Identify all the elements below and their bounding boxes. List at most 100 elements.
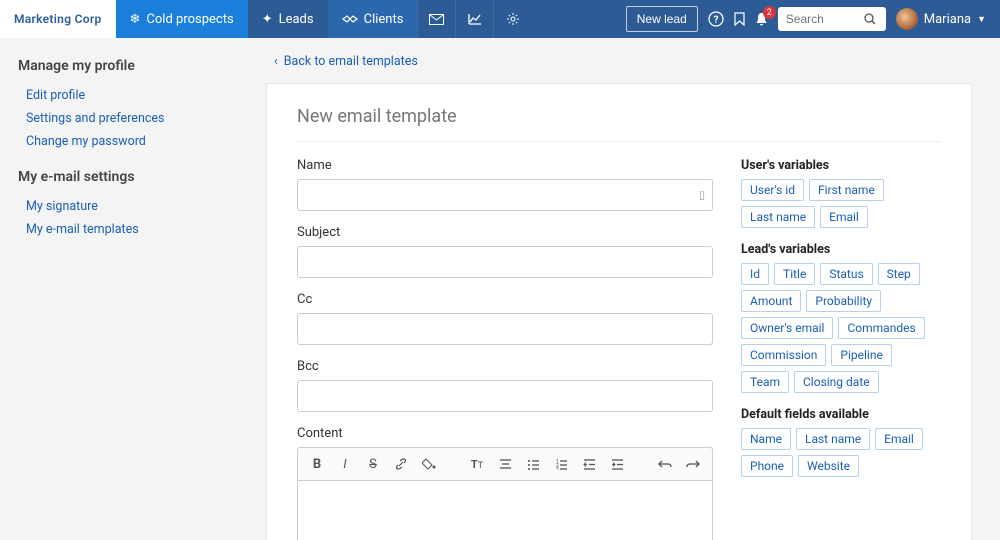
lead-var-chip[interactable]: Amount [741, 290, 801, 312]
user-var-chip[interactable]: First name [809, 179, 884, 201]
topbar-right: New lead ? 2 Mariana ▼ [626, 0, 1000, 38]
lead-var-chip[interactable]: Closing date [794, 371, 879, 393]
content-editor[interactable] [297, 481, 713, 540]
nav-mail[interactable] [417, 0, 455, 38]
chevron-left-icon: ‹ [274, 54, 278, 69]
lead-var-chip[interactable]: Id [741, 263, 769, 285]
cc-input[interactable] [297, 313, 713, 345]
notifications-button[interactable]: 2 [755, 12, 768, 26]
vars-default-title: Default fields available [741, 407, 941, 422]
user-var-chip[interactable]: Last name [741, 206, 815, 228]
fill-button[interactable] [416, 452, 442, 476]
default-var-chip[interactable]: Name [741, 428, 791, 450]
label-content: Content [297, 426, 713, 441]
sidebar-settings-prefs[interactable]: Settings and preferences [18, 107, 240, 130]
textsize-icon: TT [471, 458, 483, 471]
user-menu[interactable]: Mariana ▼ [896, 8, 986, 30]
lead-var-chip[interactable]: Step [878, 263, 920, 285]
label-name: Name [297, 158, 713, 173]
italic-button[interactable]: I [332, 452, 358, 476]
indent-button[interactable] [604, 452, 630, 476]
default-var-chip[interactable]: Phone [741, 455, 793, 477]
brand-logo[interactable]: Marketing Corp [0, 0, 116, 38]
user-var-chip[interactable]: User's id [741, 179, 804, 201]
bold-icon: B [313, 457, 321, 472]
name-input[interactable] [297, 179, 713, 211]
indent-icon [611, 459, 624, 470]
lead-var-chip[interactable]: Owner's email [741, 317, 833, 339]
lead-var-chip[interactable]: Commandes [838, 317, 924, 339]
username-label: Mariana [924, 12, 971, 27]
sidebar-edit-profile[interactable]: Edit profile [18, 84, 240, 107]
sidebar-section-email: My e-mail settings [18, 169, 240, 185]
nav-leads[interactable]: ✦ Leads [248, 0, 328, 38]
search-box[interactable] [778, 7, 886, 31]
editor-toolbar: B I S TT 123 [297, 447, 713, 481]
paint-icon [422, 457, 436, 471]
lead-var-chip[interactable]: Status [820, 263, 872, 285]
bcc-input[interactable] [297, 380, 713, 412]
ol-button[interactable]: 123 [548, 452, 574, 476]
sparkle-icon: ✦ [262, 12, 273, 27]
chart-icon [468, 13, 482, 25]
textsize-button[interactable]: TT [464, 452, 490, 476]
svg-text:3: 3 [556, 467, 559, 470]
nav-stats[interactable] [455, 0, 493, 38]
template-card: New email template Name ▯ Subject [266, 83, 972, 540]
bookmark-button[interactable] [734, 12, 745, 26]
outdent-button[interactable] [576, 452, 602, 476]
chevron-down-icon: ▼ [977, 14, 986, 25]
vars-user-title: User's variables [741, 158, 941, 173]
lead-var-chip[interactable]: Probability [806, 290, 881, 312]
back-link[interactable]: ‹ Back to email templates [274, 54, 972, 69]
vars-default-chips: NameLast nameEmail PhoneWebsite [741, 428, 941, 477]
undo-icon [658, 459, 672, 469]
sidebar-templates[interactable]: My e-mail templates [18, 218, 240, 241]
nav-clients[interactable]: Clients [328, 0, 418, 38]
snowflake-icon: ❄ [130, 12, 141, 27]
lead-var-chip[interactable]: Team [741, 371, 789, 393]
bold-button[interactable]: B [304, 452, 330, 476]
nav-settings[interactable] [493, 0, 531, 38]
align-button[interactable] [492, 452, 518, 476]
subject-input[interactable] [297, 246, 713, 278]
back-link-label: Back to email templates [284, 54, 418, 69]
sidebar-change-password[interactable]: Change my password [18, 130, 240, 153]
strike-icon: S [369, 457, 377, 472]
lead-var-chip[interactable]: Pipeline [831, 344, 891, 366]
vars-user-chips: User's idFirst name Last nameEmail [741, 179, 941, 228]
sidebar: Manage my profile Edit profile Settings … [0, 38, 258, 540]
default-var-chip[interactable]: Last name [796, 428, 870, 450]
default-var-chip[interactable]: Email [875, 428, 923, 450]
label-cc: Cc [297, 292, 713, 307]
nav-cold-prospects[interactable]: ❄ Cold prospects [116, 0, 248, 38]
default-var-chip[interactable]: Website [798, 455, 859, 477]
lead-var-chip[interactable]: Commission [741, 344, 826, 366]
ul-button[interactable] [520, 452, 546, 476]
redo-button[interactable] [680, 452, 706, 476]
handshake-icon [342, 13, 358, 25]
vars-lead-title: Lead's variables [741, 242, 941, 257]
sidebar-signature[interactable]: My signature [18, 195, 240, 218]
link-button[interactable] [388, 452, 414, 476]
new-lead-button[interactable]: New lead [626, 6, 698, 32]
bookmark-icon [734, 12, 745, 26]
lead-var-chip[interactable]: Title [774, 263, 815, 285]
ul-icon [527, 459, 540, 470]
ol-icon: 123 [555, 459, 568, 470]
variables-column: User's variables User's idFirst name Last… [741, 158, 941, 540]
label-subject: Subject [297, 225, 713, 240]
align-icon [499, 459, 512, 470]
form-column: Name ▯ Subject Cc [297, 158, 713, 540]
input-ornament-icon: ▯ [699, 189, 705, 202]
user-var-chip[interactable]: Email [820, 206, 868, 228]
undo-button[interactable] [652, 452, 678, 476]
search-input[interactable] [786, 12, 864, 26]
nav-clients-label: Clients [364, 12, 404, 27]
page-title: New email template [297, 106, 941, 142]
outdent-icon [583, 459, 596, 470]
strike-button[interactable]: S [360, 452, 386, 476]
help-button[interactable]: ? [708, 11, 724, 27]
sidebar-section-profile: Manage my profile [18, 58, 240, 74]
italic-icon: I [343, 457, 346, 472]
